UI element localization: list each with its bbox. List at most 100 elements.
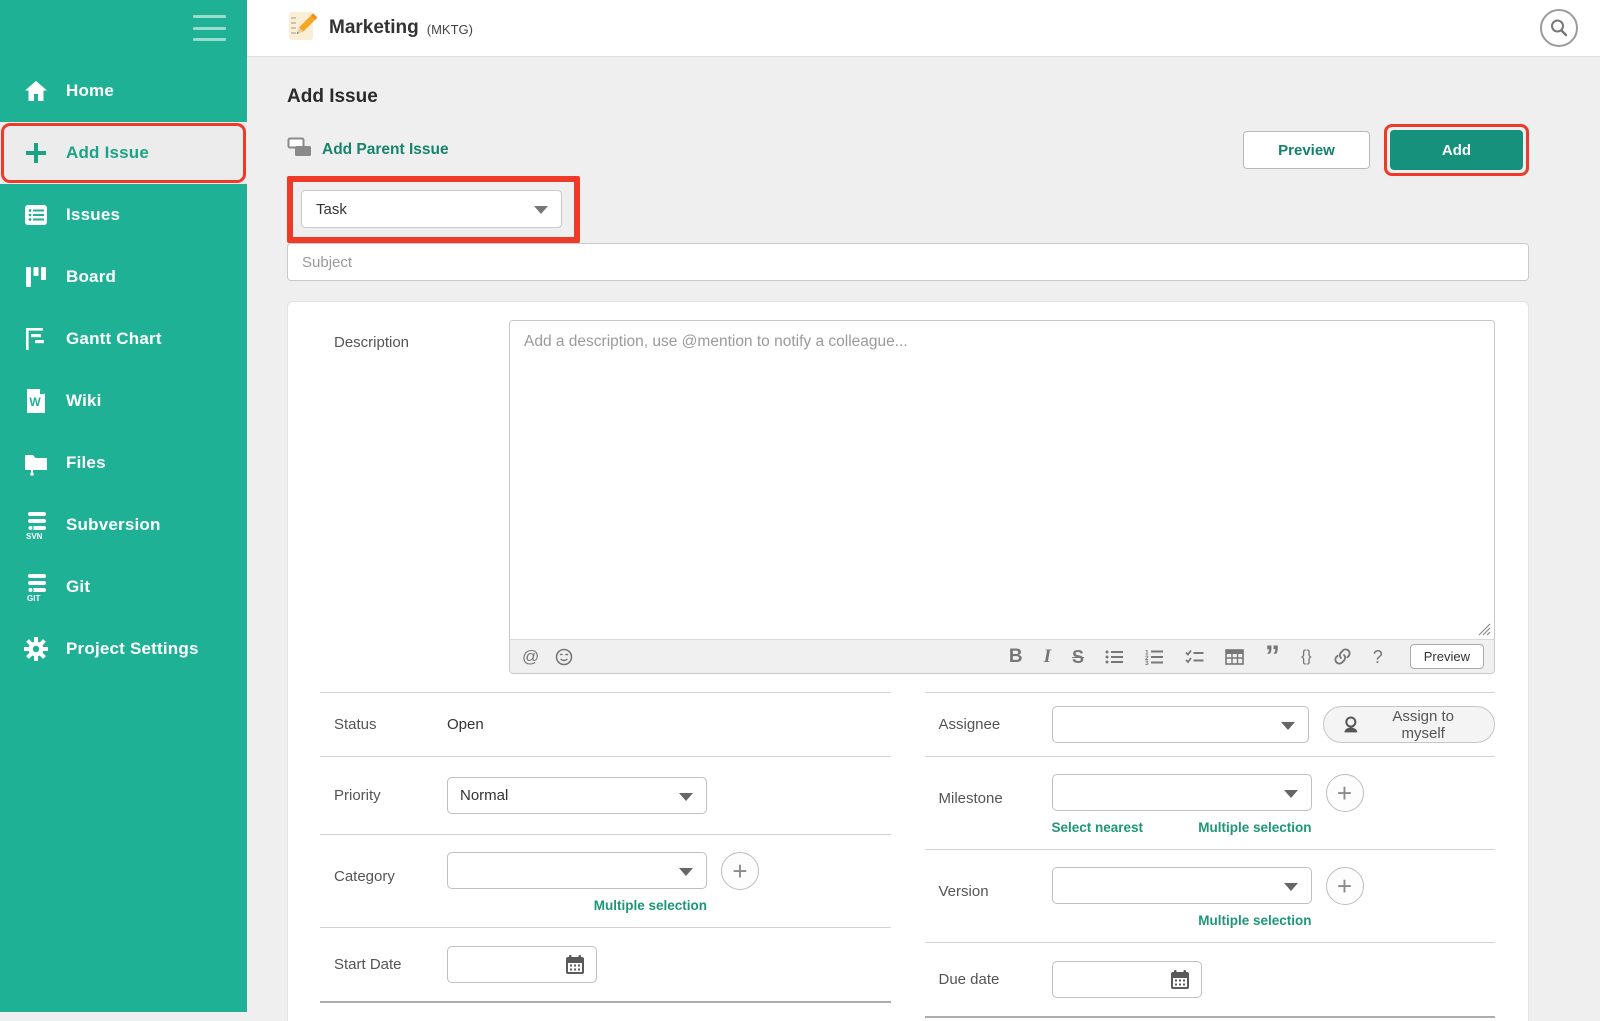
italic-icon[interactable]: I [1044, 647, 1051, 666]
plus-icon [20, 140, 52, 166]
table-icon[interactable] [1225, 648, 1244, 665]
subversion-icon: SVN [20, 510, 52, 540]
resize-handle-icon[interactable] [1477, 622, 1491, 636]
chevron-down-icon [1280, 721, 1295, 730]
assignee-row: Assignee Assign to myself [924, 692, 1495, 756]
issue-type-dropdown[interactable]: Task [301, 190, 562, 228]
add-category-button[interactable]: + [721, 852, 759, 890]
main-area: Marketing (MKTG) Add Issue Add Parent Is… [247, 0, 1600, 1021]
git-icon: GIT [20, 572, 52, 602]
start-date-input[interactable] [447, 946, 597, 983]
priority-value: Normal [460, 787, 509, 804]
milestone-label: Milestone [938, 790, 1003, 807]
files-icon [20, 450, 52, 476]
category-dropdown[interactable] [447, 852, 707, 889]
check-list-icon[interactable] [1185, 649, 1204, 665]
subject-input[interactable] [287, 243, 1529, 281]
annotation-add-button-box: Add [1384, 124, 1529, 176]
project-key: (MKTG) [426, 22, 473, 37]
hamburger-menu-icon[interactable] [193, 15, 226, 41]
sidebar-item-files[interactable]: Files [0, 432, 247, 494]
description-row: Description @ [320, 320, 1495, 674]
strikethrough-icon[interactable]: S [1072, 648, 1084, 666]
version-multiple-selection-link[interactable]: Multiple selection [1198, 913, 1311, 928]
description-label: Description [334, 334, 410, 351]
mention-icon[interactable]: @ [522, 648, 539, 665]
svg-text:W: W [29, 395, 41, 409]
issue-form-panel: Description @ [287, 301, 1529, 1021]
category-multiple-selection-link[interactable]: Multiple selection [594, 898, 707, 913]
emoji-icon[interactable] [555, 648, 573, 666]
sidebar-item-label: Subversion [66, 515, 161, 534]
start-date-label: Start Date [334, 956, 402, 973]
code-braces-icon[interactable]: {} [1301, 648, 1312, 665]
row-divider [320, 1001, 891, 1003]
status-label: Status [334, 716, 377, 733]
link-icon[interactable] [1333, 647, 1352, 666]
board-icon [20, 265, 52, 289]
sidebar-item-label: Add Issue [66, 143, 150, 162]
sidebar-item-add-issue[interactable]: Add Issue [0, 122, 247, 184]
sidebar-item-issues[interactable]: Issues [0, 184, 247, 246]
git-badge: GIT [27, 594, 40, 602]
status-row: Status Open [320, 692, 891, 756]
assign-to-myself-label: Assign to myself [1392, 707, 1455, 742]
add-parent-issue-link[interactable]: Add Parent Issue [287, 137, 449, 164]
preview-button[interactable]: Preview [1243, 131, 1370, 169]
help-icon[interactable]: ? [1373, 648, 1383, 666]
quote-icon[interactable]: ” [1265, 641, 1280, 671]
sidebar: Home Add Issue Issues Board Gantt Chart … [0, 0, 247, 1012]
version-row: Version + Multiple selection [924, 849, 1495, 942]
category-label: Category [334, 868, 395, 885]
sidebar-item-subversion[interactable]: SVN Subversion [0, 494, 247, 556]
category-row: Category + Multiple selection [320, 834, 891, 927]
milestone-dropdown[interactable] [1051, 774, 1312, 811]
sidebar-item-git[interactable]: GIT Git [0, 556, 247, 618]
bullet-list-icon[interactable] [1105, 649, 1124, 665]
wiki-icon: W [20, 388, 52, 414]
chevron-down-icon [1283, 882, 1298, 891]
chevron-down-icon [534, 206, 548, 214]
sidebar-item-wiki[interactable]: W Wiki [0, 370, 247, 432]
add-parent-issue-label: Add Parent Issue [322, 141, 449, 158]
add-milestone-button[interactable]: + [1325, 774, 1364, 812]
description-textarea[interactable] [510, 321, 1494, 639]
sidebar-item-project-settings[interactable]: Project Settings [0, 618, 247, 680]
sidebar-item-board[interactable]: Board [0, 246, 247, 308]
sidebar-item-gantt-chart[interactable]: Gantt Chart [0, 308, 247, 370]
sidebar-item-home[interactable]: Home [0, 60, 247, 122]
due-date-label: Due date [938, 971, 1000, 988]
parent-issue-icon [287, 137, 312, 164]
version-dropdown[interactable] [1051, 867, 1312, 904]
priority-dropdown[interactable]: Normal [447, 777, 707, 814]
bold-icon[interactable]: B [1009, 647, 1023, 666]
assignee-dropdown[interactable] [1051, 706, 1309, 743]
project-name: Marketing [329, 17, 419, 38]
form-right-column: Assignee Assign to myself Milestone + Se… [924, 692, 1495, 1018]
due-date-input[interactable] [1051, 961, 1202, 998]
assign-to-myself-button[interactable]: Assign to myself [1322, 706, 1495, 743]
content: Add Issue Add Parent Issue Preview Add T… [247, 86, 1600, 1021]
description-editor: @ B I [509, 320, 1495, 674]
due-date-row: Due date [924, 942, 1495, 1016]
version-label: Version [938, 883, 989, 900]
search-icon [1551, 19, 1568, 37]
numbered-list-icon[interactable]: 1 2 3 [1145, 649, 1164, 665]
milestone-select-nearest-link[interactable]: Select nearest [1052, 820, 1144, 835]
editor-preview-button[interactable]: Preview [1409, 644, 1484, 669]
sidebar-item-label: Files [66, 453, 106, 472]
calendar-icon [1170, 970, 1189, 989]
add-version-button[interactable]: + [1325, 867, 1364, 905]
sidebar-item-label: Gantt Chart [66, 329, 162, 348]
status-value: Open [447, 716, 484, 733]
project-icon [285, 9, 318, 48]
sidebar-item-label: Home [66, 81, 115, 100]
calendar-icon [566, 955, 584, 974]
sidebar-item-label: Wiki [66, 391, 102, 410]
form-grid: Status Open Priority Normal Category + M… [320, 692, 1495, 1018]
search-button[interactable] [1540, 9, 1578, 47]
add-button[interactable]: Add [1390, 130, 1523, 170]
milestone-multiple-selection-link[interactable]: Multiple selection [1198, 820, 1311, 835]
issues-icon [20, 202, 52, 228]
chevron-down-icon [679, 792, 693, 801]
